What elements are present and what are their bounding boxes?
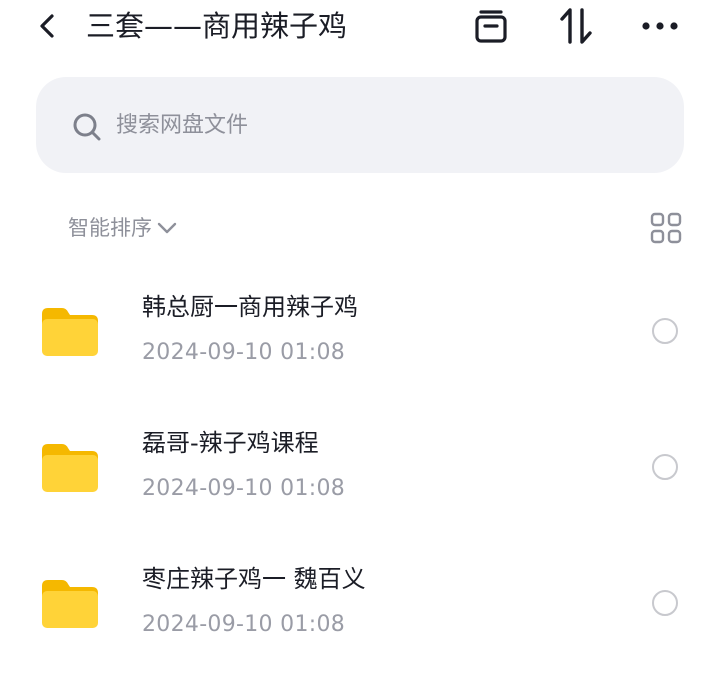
- file-row[interactable]: 枣庄辣子鸡一 魏百义 2024-09-10 01:08: [0, 550, 708, 670]
- file-date: 2024-09-10 01:08: [142, 340, 346, 365]
- more-options-button[interactable]: [640, 6, 680, 46]
- sort-label: 智能排序: [68, 216, 152, 240]
- archive-button[interactable]: [471, 6, 511, 46]
- file-name: 韩总厨一商用辣子鸡: [142, 293, 358, 321]
- page-title: 三套——商用辣子鸡: [86, 9, 348, 43]
- grid-view-icon: [650, 212, 682, 244]
- sort-order-button[interactable]: [556, 6, 596, 46]
- back-arrow-icon: [40, 14, 54, 38]
- more-icon: [642, 22, 678, 30]
- file-browser-page: 三套——商用辣子鸡 搜索网盘文件 智能排序 韩总厨一商用辣子鸡 2024-09-…: [0, 0, 708, 691]
- chevron-down-icon: [157, 222, 177, 234]
- sort-dropdown[interactable]: 智能排序: [68, 210, 178, 246]
- top-bar: 三套——商用辣子鸡: [0, 0, 708, 56]
- grid-view-button[interactable]: [646, 208, 686, 248]
- folder-icon: [42, 308, 98, 356]
- search-icon: [73, 113, 101, 141]
- sort-icon: [560, 8, 592, 44]
- select-checkbox[interactable]: [652, 454, 678, 480]
- select-checkbox[interactable]: [652, 590, 678, 616]
- folder-icon: [42, 580, 98, 628]
- file-row[interactable]: 磊哥-辣子鸡课程 2024-09-10 01:08: [0, 414, 708, 534]
- file-date: 2024-09-10 01:08: [142, 476, 346, 501]
- file-name: 磊哥-辣子鸡课程: [142, 429, 319, 457]
- select-checkbox[interactable]: [652, 318, 678, 344]
- folder-icon: [42, 444, 98, 492]
- file-name: 枣庄辣子鸡一 魏百义: [142, 565, 366, 593]
- file-row[interactable]: 韩总厨一商用辣子鸡 2024-09-10 01:08: [0, 278, 708, 398]
- back-button[interactable]: [30, 8, 66, 44]
- file-date: 2024-09-10 01:08: [142, 612, 346, 637]
- search-placeholder: 搜索网盘文件: [116, 113, 249, 138]
- archive-icon: [475, 10, 507, 43]
